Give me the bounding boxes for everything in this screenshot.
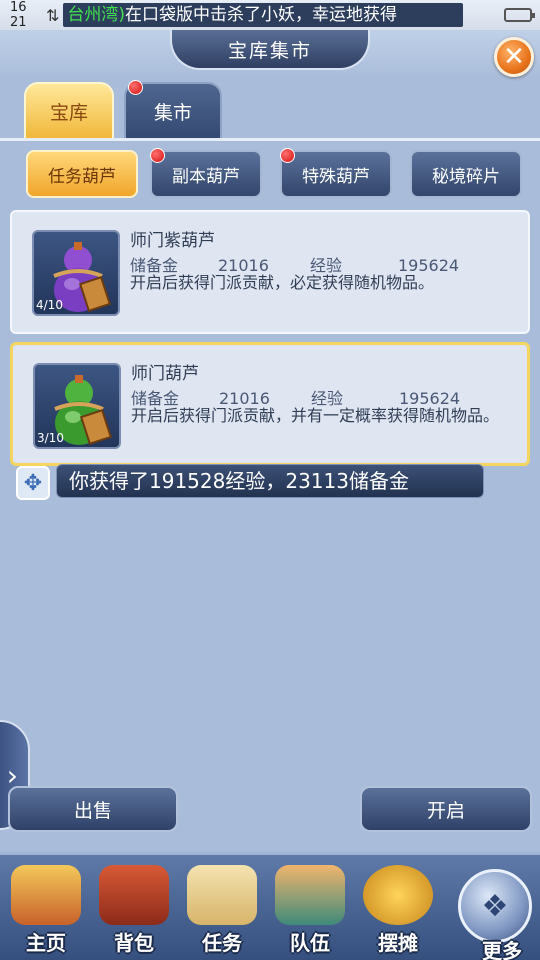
category-label: 秘境碎片 — [432, 166, 500, 187]
category-dungeon-badge — [150, 148, 165, 163]
nav-bag[interactable]: 背包 — [92, 865, 176, 960]
broadcast-ticker: 台州湾)在口袋版中击杀了小妖，幸运地获得 — [63, 3, 464, 27]
home-pavilion-icon — [11, 865, 81, 925]
sync-icon: ⇅ — [46, 5, 60, 25]
close-button[interactable]: ✕ — [494, 37, 534, 77]
item-card-green-gourd[interactable]: 3/10 师门葫芦 储备金 21016 经验 195624 开启后获得门派贡献，并有一… — [10, 342, 530, 466]
scroll-icon — [187, 865, 257, 925]
nav-label: 更多 — [482, 939, 522, 960]
category-secret-fragments[interactable]: 秘境碎片 — [410, 150, 522, 198]
status-bar: 16 21 ⇅ 台州湾)在口袋版中击杀了小妖，幸运地获得 — [0, 0, 540, 30]
tab-market-label: 集市 — [153, 101, 192, 124]
sell-button-label: 出售 — [73, 799, 112, 822]
item-description: 开启后获得门派贡献，并有一定概率获得随机物品。 — [131, 406, 500, 425]
tab-treasury-label: 宝库 — [49, 101, 88, 124]
nav-label: 队伍 — [290, 931, 330, 955]
open-button[interactable]: 开启 — [360, 786, 532, 832]
nav-more[interactable]: ❖ — [458, 869, 532, 943]
coin-stall-icon — [363, 865, 433, 925]
item-name: 师门葫芦 — [131, 364, 199, 384]
item-count: 3/10 — [37, 431, 64, 445]
treasure-chest-icon — [99, 865, 169, 925]
category-label: 副本葫芦 — [172, 166, 240, 187]
nav-team[interactable]: 队伍 — [268, 865, 352, 960]
battery-icon — [504, 8, 535, 22]
sell-button[interactable]: 出售 — [8, 786, 178, 832]
nav-label: 任务 — [202, 931, 242, 955]
item-card-purple-gourd[interactable]: 4/10 师门紫葫芦 储备金 21016 经验 195624 开启后获得门派贡献，必定… — [10, 210, 530, 334]
item-description: 开启后获得门派贡献，必定获得随机物品。 — [130, 273, 435, 292]
category-task-gourd[interactable]: 任务葫芦 — [26, 150, 138, 198]
nav-label: 背包 — [114, 931, 154, 955]
close-icon: ✕ — [503, 42, 525, 72]
nav-quest[interactable]: 任务 — [180, 865, 264, 960]
reward-message: 你获得了191528经验，23113储备金 — [56, 464, 484, 498]
page-title: 宝库集市 — [170, 30, 370, 70]
nav-home[interactable]: 主页 — [4, 865, 88, 960]
green-gourd-icon: 3/10 — [33, 363, 121, 449]
tab-treasury[interactable]: 宝库 — [24, 82, 114, 140]
header: 宝库集市 ✕ — [0, 30, 540, 80]
category-special-badge — [280, 148, 295, 163]
nav-stall[interactable]: 摆摊 — [356, 865, 440, 960]
ticker-player: 台州湾) — [67, 5, 126, 25]
ticker-text: 在口袋版中击杀了小妖，幸运地获得 — [125, 5, 398, 25]
move-arrows-icon[interactable]: ✥ — [16, 466, 50, 500]
nav-label: 摆摊 — [378, 931, 418, 955]
category-dungeon-gourd[interactable]: 副本葫芦 — [150, 150, 262, 198]
category-special-gourd[interactable]: 特殊葫芦 — [280, 150, 392, 198]
nav-label: 主页 — [26, 931, 66, 955]
item-count: 4/10 — [36, 298, 63, 312]
item-name: 师门紫葫芦 — [130, 231, 215, 251]
tab-divider — [0, 138, 540, 141]
tab-market-badge — [128, 80, 143, 95]
category-label: 任务葫芦 — [48, 166, 116, 187]
more-icon: ❖ — [481, 888, 509, 924]
team-characters-icon — [275, 865, 345, 925]
open-button-label: 开启 — [426, 799, 465, 822]
purple-gourd-icon: 4/10 — [32, 230, 120, 316]
clock: 16 21 — [10, 0, 27, 30]
category-label: 特殊葫芦 — [302, 166, 370, 187]
bottom-nav: 主页 背包 任务 队伍 摆摊 ❖ 更多 — [0, 852, 540, 960]
